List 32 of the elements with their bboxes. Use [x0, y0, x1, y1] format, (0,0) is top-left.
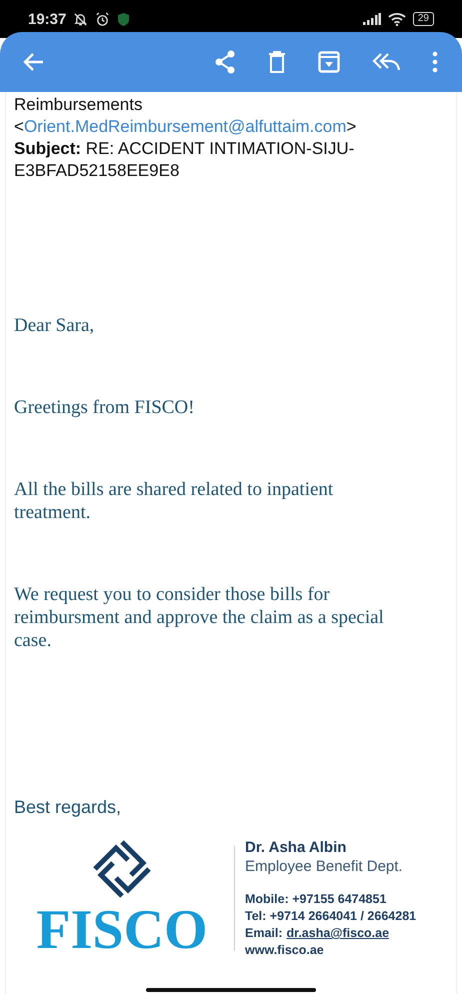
sender-email-link[interactable]: Orient.MedReimbursement@alfuttaim.com [24, 117, 346, 136]
angle-bracket: > [346, 117, 356, 136]
body-paragraph: All the bills are shared related to inpatient treatment. [14, 478, 334, 524]
signature-tel: Tel: +9714 2664041 / 2664281 [245, 908, 416, 925]
sender-name: Reimbursements [14, 94, 144, 116]
wifi-icon [388, 12, 406, 26]
alarm-icon [95, 12, 110, 26]
battery-indicator: 29 [412, 12, 434, 26]
subject-line: Subject: RE: ACCIDENT INTIMATION-SIJU-E3BFAD52158EE9E8 [14, 138, 356, 182]
angle-bracket: < [14, 117, 24, 136]
logo-wordmark: FISCO [36, 902, 208, 958]
more-icon[interactable] [432, 51, 438, 73]
shield-icon [117, 12, 130, 26]
closing-text: Best regards, [14, 797, 122, 818]
signature-mobile: Mobile: +97155 6474851 [245, 891, 388, 908]
logo-icon [91, 838, 153, 900]
reply-all-icon[interactable] [372, 52, 400, 72]
email-label: Email: [245, 925, 283, 942]
signature-email-link[interactable]: dr.asha@fisco.ae [286, 925, 390, 942]
body-paragraph: Dear Sara, [14, 314, 96, 337]
status-time: 19:37 [28, 10, 66, 28]
signal-icon [362, 13, 381, 25]
body-paragraph: Greetings from FISCO! [14, 396, 196, 419]
signature-website: www.fisco.ae [245, 942, 325, 959]
back-arrow-icon[interactable] [23, 51, 45, 73]
archive-icon[interactable] [318, 51, 340, 73]
bell-off-icon [73, 12, 88, 26]
share-icon[interactable] [214, 50, 236, 74]
signature-department: Employee Benefit Dept. [245, 858, 404, 875]
signature-name: Dr. Asha Albin [245, 838, 348, 858]
body-paragraph: We request you to consider those bills for reimbursment and approve the claim as a special case. [14, 583, 385, 652]
delete-icon[interactable] [268, 51, 286, 73]
